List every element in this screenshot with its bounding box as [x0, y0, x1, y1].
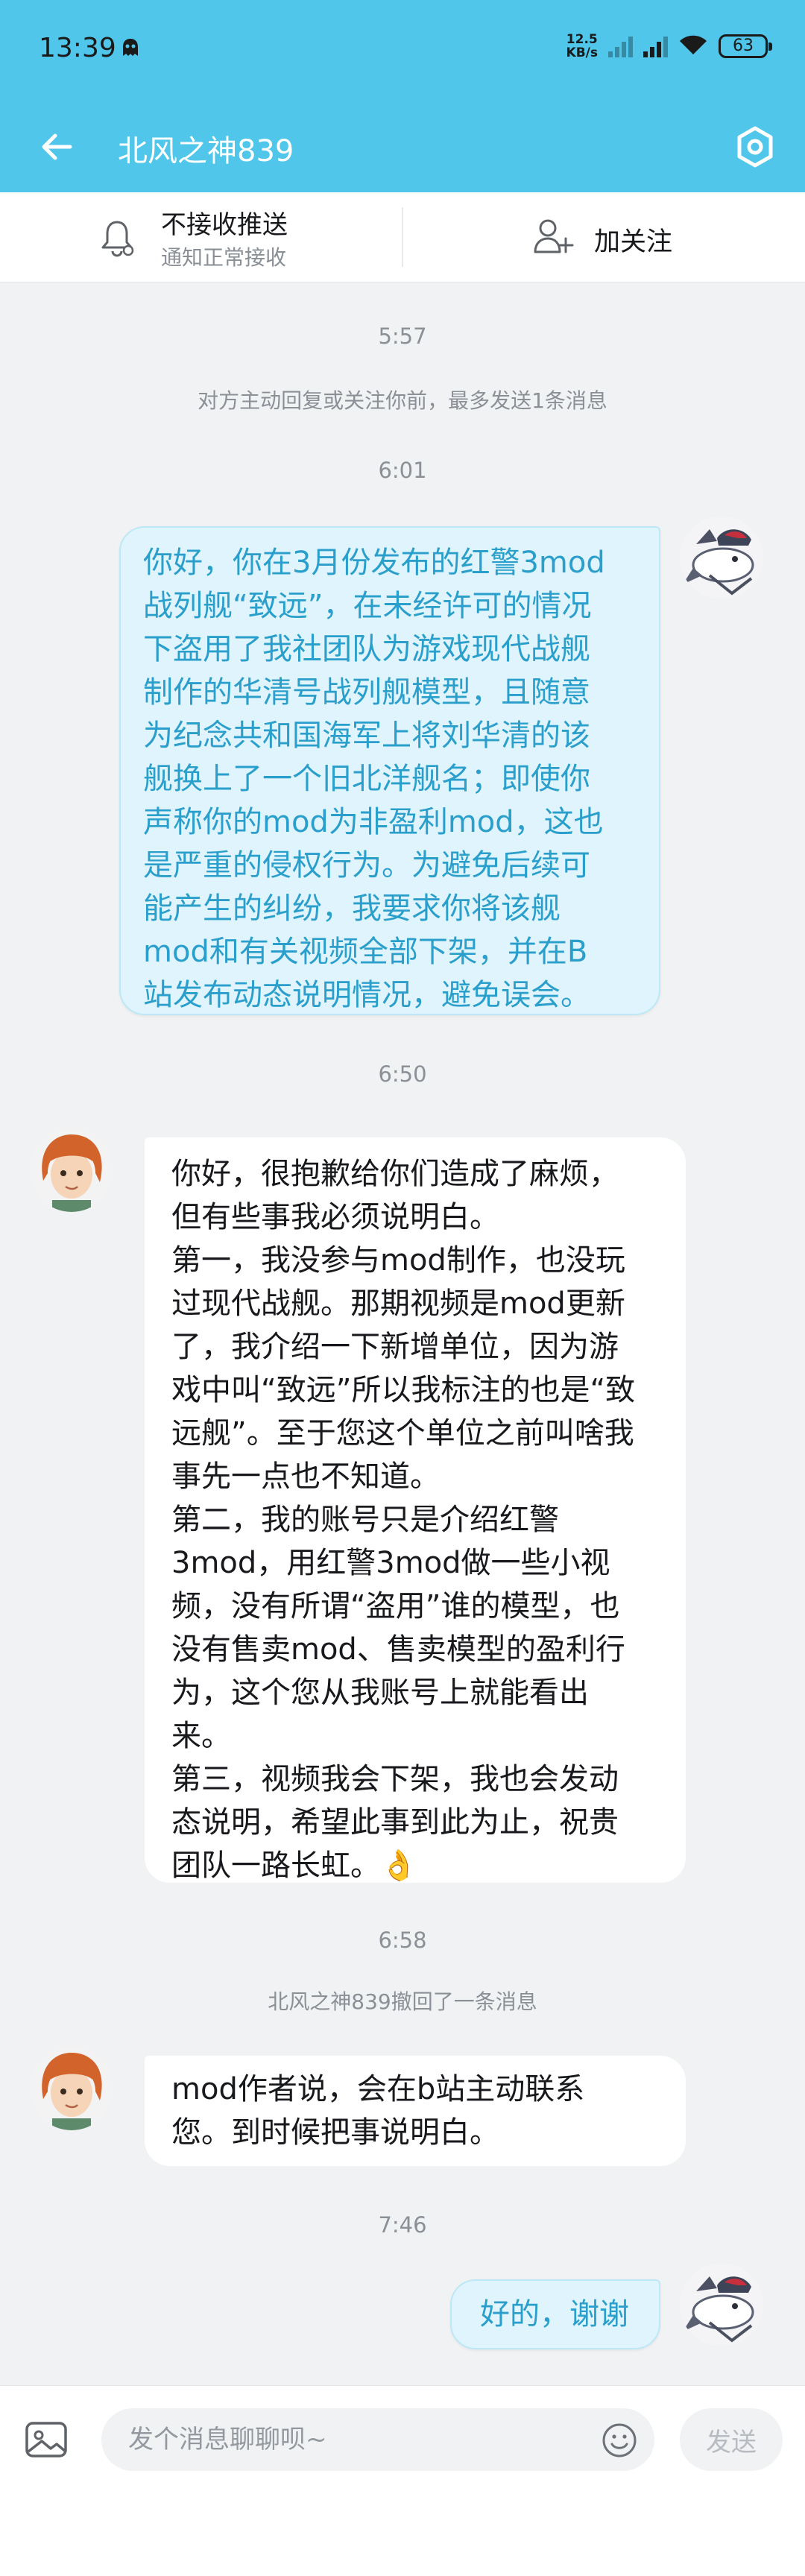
- timestamp: 6:58: [378, 1928, 427, 1953]
- status-time: 13:39: [39, 33, 116, 63]
- network-speed: 12.5 KB/s: [566, 32, 598, 60]
- signal-icon: [643, 35, 668, 57]
- self-avatar-icon[interactable]: [680, 2263, 763, 2346]
- push-subtitle: 通知正常接收: [161, 245, 287, 270]
- send-button[interactable]: 发送: [680, 2408, 783, 2471]
- image-icon[interactable]: [22, 2416, 70, 2463]
- timestamp: 5:57: [378, 323, 427, 349]
- chat-header: 北风之神839: [0, 104, 805, 192]
- message-text: mod作者说，会在b站主动联系 您。到时候把事说明白。: [171, 2072, 585, 2150]
- message-input[interactable]: [101, 2408, 654, 2471]
- action-bar: 不接收推送 通知正常接收 加关注: [0, 192, 805, 282]
- message-text: 好的，谢谢: [480, 2297, 629, 2332]
- chat-title: 北风之神839: [118, 134, 294, 168]
- outgoing-message-bubble[interactable]: 你好，你在3月份发布的红警3mod 战列舰“致远”，在未经许可的情况 下盗用了我…: [119, 526, 660, 1015]
- follow-button[interactable]: 加关注: [403, 192, 805, 282]
- follow-label: 加关注: [594, 227, 673, 257]
- contact-avatar-icon[interactable]: [30, 2047, 113, 2130]
- timestamp: 7:46: [378, 2212, 427, 2238]
- wifi-icon: [678, 34, 708, 59]
- back-arrow-icon[interactable]: [31, 121, 83, 173]
- push-title: 不接收推送: [161, 210, 288, 240]
- incoming-message-bubble[interactable]: 你好，很抱歉给你们造成了麻烦， 但有些事我必须说明白。 第一，我没参与mod制作…: [145, 1137, 686, 1883]
- message-text: 你好，很抱歉给你们造成了麻烦， 但有些事我必须说明白。 第一，我没参与mod制作…: [171, 1157, 636, 1883]
- status-bar: 13:39 12.5 KB/s 63: [0, 0, 805, 104]
- message-text: 你好，你在3月份发布的红警3mod 战列舰“致远”，在未经许可的情况 下盗用了我…: [143, 546, 605, 1012]
- timestamp: 6:50: [378, 1061, 427, 1087]
- system-message: 对方主动回复或关注你前，最多发送1条消息: [198, 388, 607, 413]
- ghost-icon: [121, 37, 140, 63]
- add-user-icon: [531, 216, 575, 258]
- system-message: 北风之神839撤回了一条消息: [268, 1989, 537, 2014]
- settings-gear-icon[interactable]: [727, 119, 783, 174]
- timestamp: 6:01: [378, 458, 427, 483]
- contact-avatar-icon[interactable]: [30, 1128, 113, 1212]
- incoming-message-bubble[interactable]: mod作者说，会在b站主动联系 您。到时候把事说明白。: [145, 2056, 686, 2166]
- self-avatar-icon[interactable]: [680, 516, 763, 599]
- signal-icon: [608, 35, 633, 57]
- battery-icon: 63: [719, 34, 772, 58]
- outgoing-message-bubble[interactable]: 好的，谢谢: [450, 2279, 660, 2349]
- emoji-icon[interactable]: [601, 2422, 638, 2459]
- push-toggle-button[interactable]: 不接收推送 通知正常接收: [0, 192, 402, 282]
- message-input-bar: 发送: [0, 2385, 805, 2576]
- bell-icon: [97, 218, 137, 258]
